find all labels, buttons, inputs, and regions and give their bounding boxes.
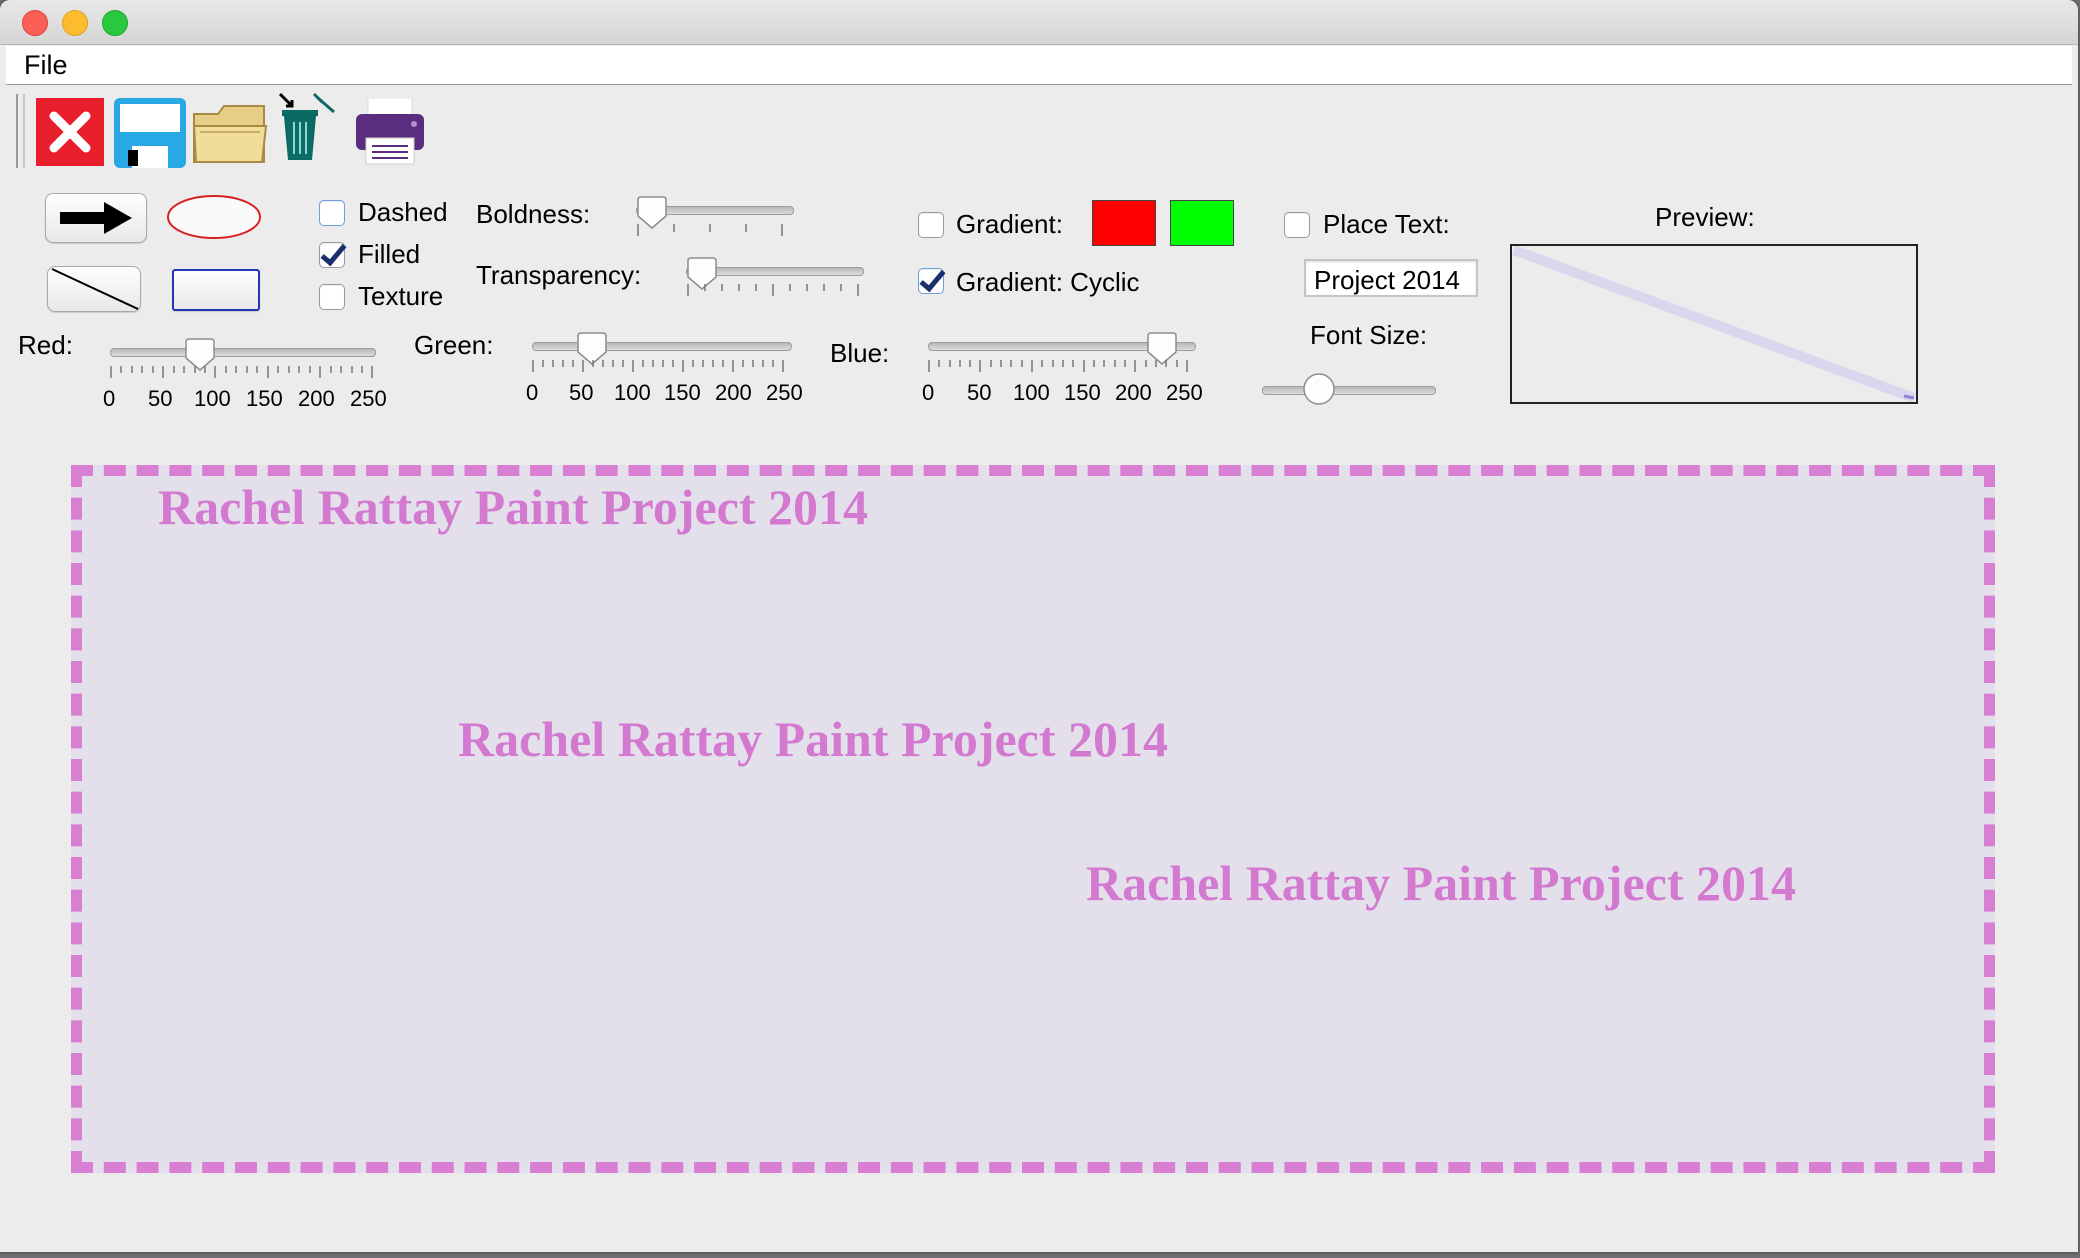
app-window: File Dashed Filled Texture Boldness: Tra… <box>0 0 2078 1252</box>
green-slider-ticks <box>532 360 784 372</box>
close-icon[interactable] <box>36 98 104 171</box>
texture-checkbox[interactable] <box>319 284 345 310</box>
toolbar-grip[interactable] <box>16 94 25 168</box>
gradient-label: Gradient: <box>956 209 1063 239</box>
arrow-icon <box>60 202 132 234</box>
blue-tick-250: 250 <box>1166 380 1203 405</box>
font-size-slider-track[interactable] <box>1262 386 1436 395</box>
font-size-label: Font Size: <box>1310 320 1428 350</box>
oval-shape-button[interactable] <box>166 193 262 241</box>
font-size-slider-thumb[interactable] <box>1302 372 1336 406</box>
rectangle-shape-button[interactable] <box>172 269 260 311</box>
blue-label: Blue: <box>830 338 890 368</box>
gradient-color1-swatch[interactable] <box>1092 200 1156 246</box>
dashed-checkbox[interactable] <box>319 200 345 226</box>
green-tick-50: 50 <box>569 380 594 405</box>
place-text-checkbox[interactable] <box>1284 212 1310 238</box>
red-slider-ticks <box>110 366 373 378</box>
blue-tick-200: 200 <box>1115 380 1152 405</box>
canvas-text-3: Rachel Rattay Paint Project 2014 <box>1086 855 1797 911</box>
red-tick-50: 50 <box>148 386 173 411</box>
menu-bar: File <box>6 46 2072 85</box>
green-tick-100: 100 <box>614 380 651 405</box>
red-tick-200: 200 <box>298 386 335 411</box>
green-tick-0: 0 <box>526 380 539 405</box>
boldness-label: Boldness: <box>476 199 591 229</box>
canvas-text-1: Rachel Rattay Paint Project 2014 <box>158 479 869 535</box>
menu-file[interactable]: File <box>24 50 68 81</box>
print-icon[interactable] <box>354 97 426 171</box>
green-label: Green: <box>414 330 494 360</box>
red-tick-100: 100 <box>194 386 231 411</box>
line-icon <box>51 268 139 310</box>
blue-tick-150: 150 <box>1064 380 1101 405</box>
blue-tick-100: 100 <box>1013 380 1050 405</box>
green-slider-track[interactable] <box>532 342 792 351</box>
save-icon[interactable] <box>114 98 186 173</box>
red-tick-250: 250 <box>350 386 387 411</box>
preview-label: Preview: <box>1655 202 1755 232</box>
title-bar <box>0 0 2078 45</box>
blue-slider-ticks <box>928 360 1188 372</box>
texture-label: Texture <box>358 281 444 311</box>
line-shape-button[interactable] <box>47 266 141 312</box>
red-tick-150: 150 <box>246 386 283 411</box>
oval-icon <box>167 195 261 239</box>
transparency-slider-ticks <box>687 284 859 296</box>
red-label: Red: <box>18 330 73 360</box>
place-text-label: Place Text: <box>1323 209 1450 239</box>
dashed-label: Dashed <box>358 197 448 227</box>
boldness-slider-ticks <box>637 224 783 236</box>
preview-panel <box>1510 244 1918 404</box>
blue-tick-50: 50 <box>967 380 992 405</box>
red-slider-track[interactable] <box>110 348 376 357</box>
transparency-label: Transparency: <box>476 260 642 290</box>
open-folder-icon[interactable] <box>192 104 268 171</box>
window-close-button[interactable] <box>22 10 48 36</box>
preview-line <box>1512 245 1916 403</box>
red-tick-0: 0 <box>103 386 116 411</box>
place-text-input[interactable]: Project 2014 <box>1304 259 1478 297</box>
green-tick-150: 150 <box>664 380 701 405</box>
arrow-shape-button[interactable] <box>45 193 147 243</box>
canvas-text-2: Rachel Rattay Paint Project 2014 <box>458 711 1169 767</box>
gradient-color2-swatch[interactable] <box>1170 200 1234 246</box>
clear-trash-icon[interactable] <box>278 92 342 169</box>
green-tick-200: 200 <box>715 380 752 405</box>
gradient-cyclic-checkbox[interactable] <box>918 268 944 294</box>
blue-tick-0: 0 <box>922 380 935 405</box>
filled-checkbox[interactable] <box>319 242 345 268</box>
gradient-cyclic-label: Gradient: Cyclic <box>956 267 1140 297</box>
gradient-checkbox[interactable] <box>918 212 944 238</box>
green-tick-250: 250 <box>766 380 803 405</box>
window-minimize-button[interactable] <box>62 10 88 36</box>
filled-label: Filled <box>358 239 421 269</box>
drawing-canvas-rectangle[interactable] <box>71 465 1995 1173</box>
window-maximize-button[interactable] <box>102 10 128 36</box>
